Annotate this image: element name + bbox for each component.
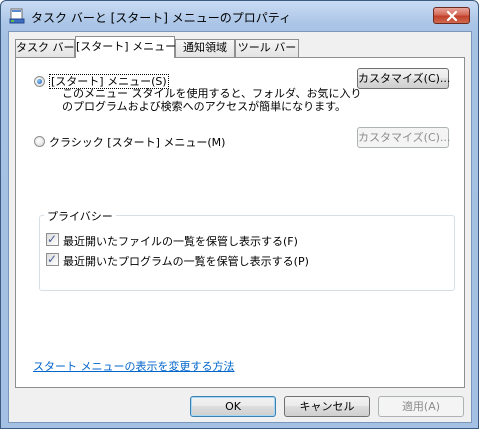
classic-menu-radio-label[interactable]: クラシック [スタート] メニュー(M) (49, 134, 225, 150)
window-title: タスク バーと [スタート] メニューのプロパティ (31, 11, 292, 25)
check-icon: ✓ (47, 252, 58, 266)
taskbar-icon (9, 8, 25, 24)
start-menu-panel: [スタート] メニュー(S) このメニュー スタイルを使用すると、フォルダ、お気… (15, 57, 465, 388)
cancel-button[interactable]: キャンセル (284, 396, 370, 417)
properties-window: タスク バーと [スタート] メニューのプロパティ タスク バー [スタート] … (0, 0, 479, 429)
apply-button: 適用(A) (378, 396, 464, 417)
close-icon (446, 10, 457, 21)
title-bar[interactable]: タスク バーと [スタート] メニューのプロパティ (1, 1, 478, 31)
tab-start-menu[interactable]: [スタート] メニュー (75, 36, 177, 58)
customize-classic-menu-button: カスタマイズ(C)... (357, 127, 450, 148)
classic-menu-radio[interactable] (34, 136, 45, 147)
recent-files-label[interactable]: 最近開いたファイルの一覧を保管し表示する(F) (63, 233, 298, 249)
tab-toolbars[interactable]: ツール バー (235, 39, 299, 57)
start-menu-radio[interactable] (34, 76, 45, 87)
ok-button[interactable]: OK (190, 396, 276, 417)
recent-programs-checkbox[interactable]: ✓ (46, 252, 59, 266)
start-menu-description-line1: このメニュー スタイルを使用すると、フォルダ、お気に入り (62, 87, 362, 100)
tab-notification-area[interactable]: 通知領域 (175, 39, 235, 57)
customize-start-menu-button[interactable]: カスタマイズ(C)... (357, 68, 450, 89)
recent-files-checkbox[interactable]: ✓ (46, 232, 59, 246)
privacy-group-title: プライバシー (44, 208, 116, 224)
dialog-client: タスク バー [スタート] メニュー 通知領域 ツール バー [スタート] メニ… (8, 31, 472, 423)
tab-start-menu-label: [スタート] メニュー (76, 40, 177, 53)
check-icon: ✓ (47, 232, 58, 246)
recent-programs-label[interactable]: 最近開いたプログラムの一覧を保管し表示する(P) (63, 253, 309, 269)
help-link[interactable]: スタート メニューの表示を変更する方法 (33, 358, 235, 374)
tab-taskbar[interactable]: タスク バー (15, 39, 75, 57)
radio-selected-dot (37, 79, 42, 84)
start-menu-description-line2: のプログラムおよび検索へのアクセスが簡単になります。 (62, 100, 347, 113)
close-button[interactable] (433, 7, 470, 24)
